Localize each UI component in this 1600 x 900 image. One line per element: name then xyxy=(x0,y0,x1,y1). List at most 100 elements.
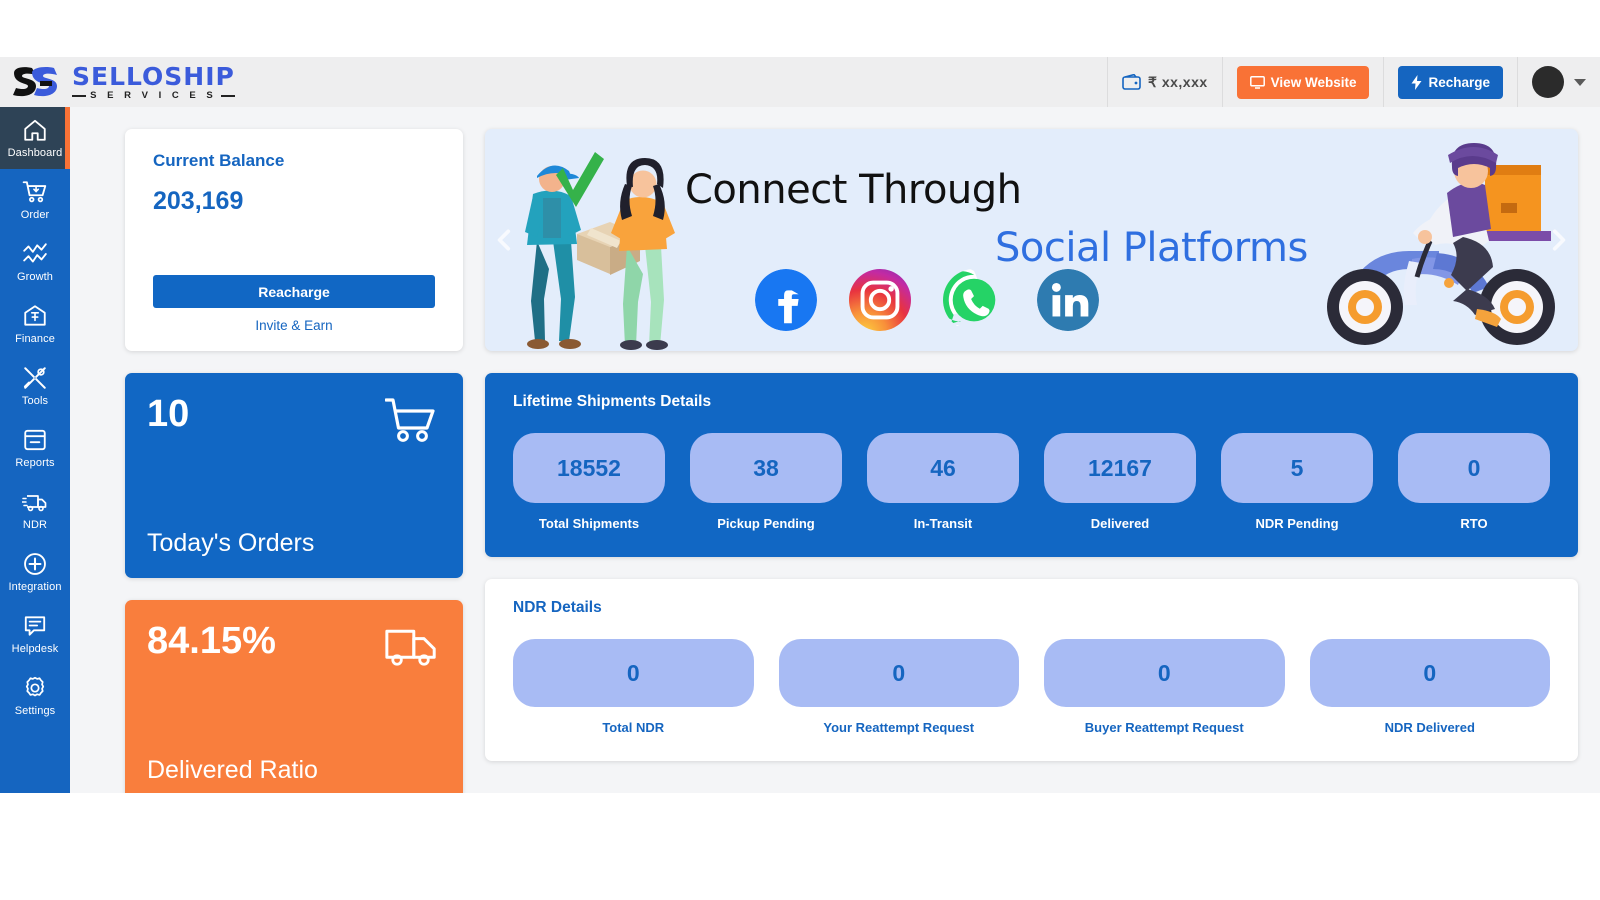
reports-icon xyxy=(24,429,46,451)
scooter-rider-illustration xyxy=(1327,143,1555,345)
stat-value[interactable]: 38 xyxy=(690,433,842,503)
facebook-icon[interactable] xyxy=(755,269,817,331)
view-website-cell: View Website xyxy=(1221,57,1384,107)
wallet-balance[interactable]: ₹ xx,xxx xyxy=(1107,57,1222,107)
stat-caption: Delivered xyxy=(1090,516,1150,531)
delivered-ratio-tile[interactable]: 84.15% Delivered Ratio xyxy=(125,600,463,793)
sidebar-label-finance: Finance xyxy=(15,333,55,345)
promo-banner-carousel[interactable]: Connect Through Social Platforms xyxy=(485,129,1578,351)
sidebar-item-dashboard[interactable]: Dashboard xyxy=(0,107,70,169)
stat-value[interactable]: 0 xyxy=(1044,639,1285,707)
stat-total-ndr: 0 Total NDR xyxy=(513,639,754,735)
balance-title: Current Balance xyxy=(153,151,285,170)
sidebar-label-dashboard: Dashboard xyxy=(7,147,63,159)
linkedin-icon[interactable] xyxy=(1037,269,1099,331)
logo-rule-left xyxy=(72,94,87,97)
view-website-label: View Website xyxy=(1270,74,1357,90)
carousel-prev-icon[interactable] xyxy=(492,227,518,253)
stat-rto: 0 RTO xyxy=(1398,433,1550,531)
sidebar-label-helpdesk: Helpdesk xyxy=(11,643,59,655)
stat-caption: NDR Delivered xyxy=(1384,720,1475,735)
ndr-details-panel: NDR Details 0 Total NDR 0 Your Reattempt… xyxy=(485,579,1578,761)
stat-value[interactable]: 12167 xyxy=(1044,433,1196,503)
sidebar-item-growth[interactable]: Growth xyxy=(0,231,70,293)
sidebar-label-reports: Reports xyxy=(15,457,55,469)
stat-tiles-column: 10 Today's Orders 84.15% Delivered Ratio xyxy=(125,351,463,793)
todays-orders-tile[interactable]: 10 Today's Orders xyxy=(125,373,463,578)
sidebar-item-order[interactable]: Order xyxy=(0,169,70,231)
carousel-next-icon[interactable] xyxy=(1545,227,1571,253)
cart-icon xyxy=(22,181,47,203)
app-root: SELLOSHIP S E R V I C E S ₹ xx,xxx View … xyxy=(0,57,1600,793)
parcel-handoff-illustration xyxy=(525,152,675,350)
todays-orders-label: Today's Orders xyxy=(147,529,315,557)
cart-icon xyxy=(385,398,435,442)
current-balance-card: Current Balance 203,169 Reacharge Invite… xyxy=(125,129,463,351)
logo-rule-right xyxy=(220,94,235,97)
home-icon xyxy=(24,119,46,141)
lifetime-stats-row: 18552 Total Shipments 38 Pickup Pending … xyxy=(513,433,1550,531)
reacharge-button[interactable]: Reacharge xyxy=(153,275,435,308)
avatar[interactable] xyxy=(1532,66,1564,98)
invite-and-earn-link[interactable]: Invite & Earn xyxy=(153,318,435,333)
stat-caption: Buyer Reattempt Request xyxy=(1084,720,1244,735)
tools-icon xyxy=(23,367,46,389)
sidebar-item-tools[interactable]: Tools xyxy=(0,355,70,417)
sidebar-label-growth: Growth xyxy=(16,271,54,283)
stat-value[interactable]: 18552 xyxy=(513,433,665,503)
stat-ndr-pending: 5 NDR Pending xyxy=(1221,433,1373,531)
sidebar: Dashboard Order Growth Finance Tools Rep… xyxy=(0,107,70,793)
sidebar-label-order: Order xyxy=(20,209,50,221)
sidebar-item-ndr[interactable]: NDR xyxy=(0,479,70,541)
finance-icon xyxy=(24,305,46,326)
stat-pickup-pending: 38 Pickup Pending xyxy=(690,433,842,531)
stat-caption: NDR Pending xyxy=(1255,516,1339,531)
sidebar-label-tools: Tools xyxy=(21,395,49,407)
recharge-button[interactable]: Recharge xyxy=(1398,65,1503,99)
view-website-button[interactable]: View Website xyxy=(1236,65,1370,99)
social-icons-row xyxy=(755,269,1099,331)
sidebar-item-helpdesk[interactable]: Helpdesk xyxy=(0,603,70,665)
gear-icon xyxy=(25,676,45,697)
logo-subtitle: S E R V I C E S xyxy=(90,89,217,101)
truck-icon xyxy=(385,629,436,666)
balance-column: Current Balance 203,169 Reacharge Invite… xyxy=(125,129,463,351)
panels-column: Lifetime Shipments Details 18552 Total S… xyxy=(485,351,1578,793)
chevron-down-icon[interactable] xyxy=(1574,78,1586,86)
monitor-icon xyxy=(1249,75,1265,89)
stat-value[interactable]: 0 xyxy=(1309,639,1550,707)
whatsapp-icon[interactable] xyxy=(943,269,1005,331)
stat-value[interactable]: 0 xyxy=(778,639,1019,707)
stat-value[interactable]: 46 xyxy=(867,433,1019,503)
stat-caption: Total Shipments xyxy=(538,516,640,531)
stat-caption: Total NDR xyxy=(602,720,665,735)
sidebar-item-reports[interactable]: Reports xyxy=(0,417,70,479)
recharge-label: Recharge xyxy=(1428,74,1490,90)
brand-logo[interactable]: SELLOSHIP S E R V I C E S xyxy=(0,64,235,101)
chat-icon xyxy=(24,616,46,636)
instagram-icon[interactable] xyxy=(849,269,911,331)
sidebar-item-settings[interactable]: Settings xyxy=(0,665,70,727)
ndr-stats-row: 0 Total NDR 0 Your Reattempt Request 0 B… xyxy=(513,639,1550,735)
ndr-details-title: NDR Details xyxy=(513,599,602,616)
wallet-icon xyxy=(1122,74,1141,90)
lifetime-shipments-panel: Lifetime Shipments Details 18552 Total S… xyxy=(485,373,1578,557)
sidebar-label-ndr: NDR xyxy=(22,519,48,531)
top-header: SELLOSHIP S E R V I C E S ₹ xx,xxx View … xyxy=(0,57,1600,107)
header-actions: ₹ xx,xxx View Website Recharge xyxy=(1107,57,1600,107)
truck-icon xyxy=(22,495,47,512)
banner-line-1: Connect Through xyxy=(685,167,1022,213)
stat-value[interactable]: 0 xyxy=(1398,433,1550,503)
banner-column: Connect Through Social Platforms xyxy=(485,129,1578,351)
stat-value[interactable]: 0 xyxy=(513,639,754,707)
logo-wordmark: SELLOSHIP xyxy=(72,61,235,91)
stat-value[interactable]: 5 xyxy=(1221,433,1373,503)
balance-amount: 203,169 xyxy=(153,187,244,215)
top-row: Current Balance 203,169 Reacharge Invite… xyxy=(125,129,1578,351)
profile-cell[interactable] xyxy=(1517,57,1600,107)
sidebar-item-finance[interactable]: Finance xyxy=(0,293,70,355)
stat-caption: RTO xyxy=(1460,516,1488,531)
stat-your-reattempt-request: 0 Your Reattempt Request xyxy=(778,639,1019,735)
sidebar-item-integration[interactable]: Integration xyxy=(0,541,70,603)
stat-caption: In-Transit xyxy=(913,516,973,531)
